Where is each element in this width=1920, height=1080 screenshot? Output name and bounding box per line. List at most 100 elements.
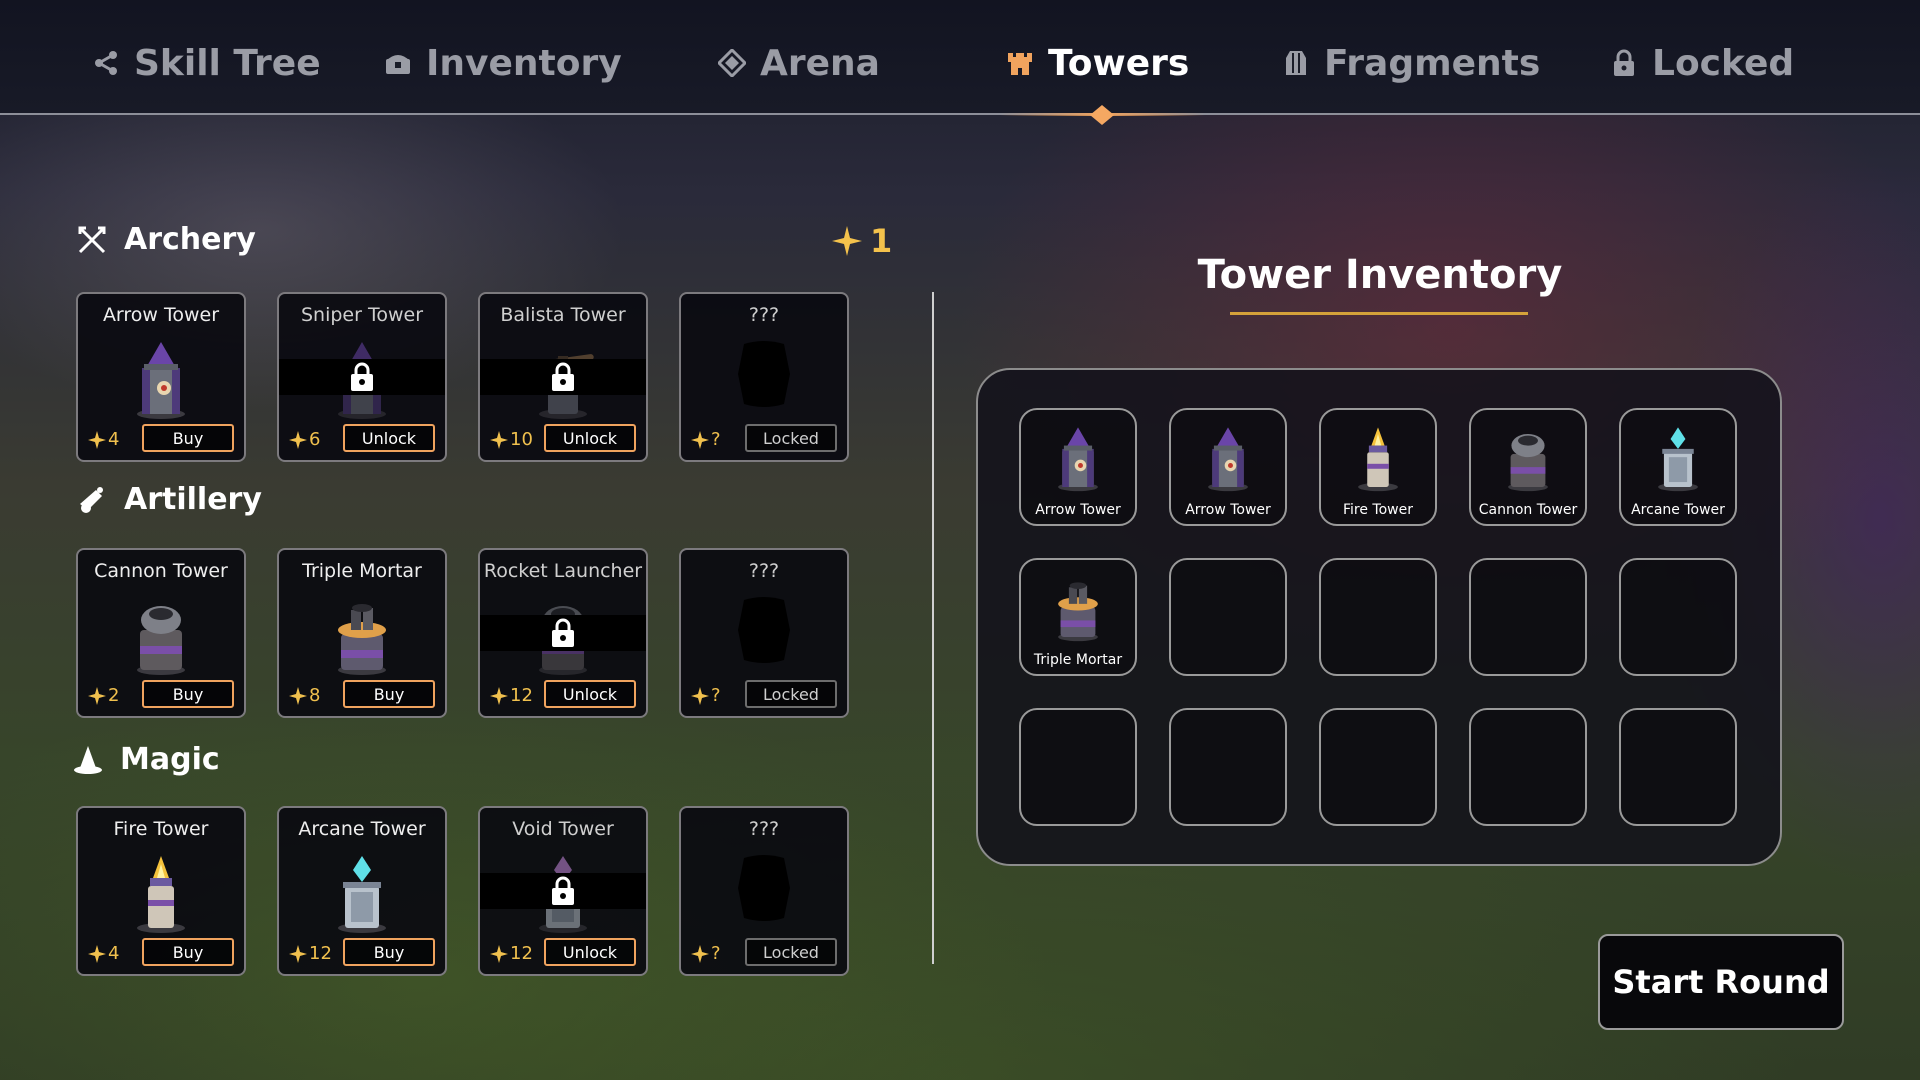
triple-mortar-icon [1049, 574, 1107, 642]
triple-mortar-icon [327, 594, 397, 676]
tab-inventory[interactable]: Inventory [384, 38, 622, 88]
inventory-slot-empty[interactable] [1619, 558, 1737, 676]
inventory-slot-arrow-tower[interactable]: Arrow Tower [1019, 408, 1137, 526]
tower-card-name: Cannon Tower [94, 560, 228, 582]
tower-card-name: Void Tower [512, 818, 614, 840]
tab-arena[interactable]: Arena [718, 38, 880, 88]
tab-label: Inventory [426, 42, 622, 84]
crossed-arrows-icon [78, 226, 106, 253]
tower-card-sniper-tower[interactable]: Sniper Tower 6 Unlock [277, 292, 447, 462]
inventory-slot-empty[interactable] [1169, 708, 1287, 826]
chest-icon [386, 55, 410, 74]
skill-points-value: 1 [870, 222, 893, 260]
tower-cost-value: ? [711, 943, 721, 964]
share-icon [95, 51, 117, 75]
tower-card-fire-tower[interactable]: Fire Tower 4 Buy [76, 806, 246, 976]
inventory-slot-empty[interactable] [1619, 708, 1737, 826]
buy-button[interactable]: Buy [142, 938, 234, 966]
tower-cost-value: 12 [309, 943, 332, 964]
star-icon [691, 944, 709, 963]
mystery-tower-icon [734, 594, 794, 666]
inventory-slot-label: Triple Mortar [1033, 652, 1123, 668]
tab-label: Locked [1652, 42, 1795, 84]
tab-skill-tree[interactable]: Skill Tree [92, 38, 321, 88]
star-icon [88, 944, 106, 963]
fire-tower-icon [126, 852, 196, 934]
unlock-button[interactable]: Unlock [544, 680, 636, 708]
buy-button[interactable]: Buy [343, 938, 435, 966]
tab-towers[interactable]: Towers [1006, 38, 1189, 88]
inventory-slot-fire-tower[interactable]: Fire Tower [1319, 408, 1437, 526]
inventory-slot-cannon-tower[interactable]: Cannon Tower [1469, 408, 1587, 526]
inventory-slot-label: Arrow Tower [1185, 502, 1271, 518]
section-title-text: Archery [124, 222, 256, 257]
tower-card-name: Balista Tower [500, 304, 626, 326]
arrow-tower-icon [1049, 424, 1107, 492]
tower-cost: 10 [490, 429, 533, 450]
buy-button[interactable]: Buy [343, 680, 435, 708]
tab-label: Skill Tree [134, 42, 321, 84]
section-title-archery: Archery [76, 222, 256, 257]
inventory-slot-empty[interactable] [1469, 708, 1587, 826]
lock-icon [549, 875, 577, 907]
diamond-icon [718, 49, 746, 77]
section-title-text: Artillery [124, 482, 262, 517]
unlock-button[interactable]: Unlock [343, 424, 435, 452]
tower-cost-value: 4 [108, 943, 120, 964]
unlock-button[interactable]: Unlock [544, 938, 636, 966]
inventory-slot-empty[interactable] [1319, 708, 1437, 826]
tower-card-void-tower[interactable]: Void Tower 12 Unlock [478, 806, 648, 976]
cannon-tower-icon [1499, 424, 1557, 492]
tower-cost-value: 4 [108, 429, 120, 450]
tower-cost-value: 2 [108, 685, 120, 706]
mystery-tower-icon [734, 852, 794, 924]
star-icon [289, 430, 307, 449]
star-icon [832, 226, 862, 256]
tower-card-arcane-tower[interactable]: Arcane Tower 12 Buy [277, 806, 447, 976]
tower-cost-value: 10 [510, 429, 533, 450]
inventory-title-underline [1230, 312, 1528, 315]
cannon-icon [80, 486, 103, 513]
lock-icon [348, 361, 376, 393]
tower-card-unknown-archery[interactable]: ???? Locked [679, 292, 849, 462]
top-nav-bar: Skill Tree Inventory Arena Towers Fragme… [0, 0, 1920, 115]
star-icon [691, 686, 709, 705]
tower-card-rocket-launcher[interactable]: Rocket Launcher 12 Unlock [478, 548, 648, 718]
tower-cost: 8 [289, 685, 320, 706]
buy-button[interactable]: Buy [142, 424, 234, 452]
inventory-slot-empty[interactable] [1469, 558, 1587, 676]
star-icon [490, 430, 508, 449]
tower-card-cannon-tower[interactable]: Cannon Tower 2 Buy [76, 548, 246, 718]
castle-icon [1008, 53, 1032, 75]
tower-cost: 12 [490, 685, 533, 706]
inventory-slot-arrow-tower[interactable]: Arrow Tower [1169, 408, 1287, 526]
buy-button[interactable]: Buy [142, 680, 234, 708]
inventory-title: Tower Inventory [1197, 252, 1563, 298]
tower-card-balista-tower[interactable]: Balista Tower 10 Unlock [478, 292, 648, 462]
tower-cost-value: 12 [510, 943, 533, 964]
wizard-hat-icon [74, 745, 102, 774]
tower-card-arrow-tower[interactable]: Arrow Tower 4 Buy [76, 292, 246, 462]
tower-card-unknown-artillery[interactable]: ???? Locked [679, 548, 849, 718]
inventory-slot-empty[interactable] [1019, 708, 1137, 826]
section-title-artillery: Artillery [76, 482, 262, 517]
unlock-button[interactable]: Unlock [544, 424, 636, 452]
cannon-tower-icon [126, 594, 196, 676]
tower-cost: 6 [289, 429, 320, 450]
tower-card-unknown-magic[interactable]: ???? Locked [679, 806, 849, 976]
tower-card-name: Arcane Tower [298, 818, 426, 840]
inventory-slot-arcane-tower[interactable]: Arcane Tower [1619, 408, 1737, 526]
tower-card-name: Rocket Launcher [483, 560, 643, 582]
panel-divider [932, 292, 934, 964]
inventory-slot-empty[interactable] [1319, 558, 1437, 676]
tab-locked[interactable]: Locked [1610, 38, 1794, 88]
start-round-button[interactable]: Start Round [1598, 934, 1844, 1030]
inventory-slot-triple-mortar[interactable]: Triple Mortar [1019, 558, 1137, 676]
tower-card-name: ??? [748, 560, 780, 582]
tab-fragments[interactable]: Fragments [1282, 38, 1540, 88]
inventory-slot-label: Arrow Tower [1035, 502, 1121, 518]
tower-card-triple-mortar[interactable]: Triple Mortar 8 Buy [277, 548, 447, 718]
skill-points: 1 [832, 222, 892, 260]
inventory-slot-empty[interactable] [1169, 558, 1287, 676]
arcane-tower-icon [327, 852, 397, 934]
